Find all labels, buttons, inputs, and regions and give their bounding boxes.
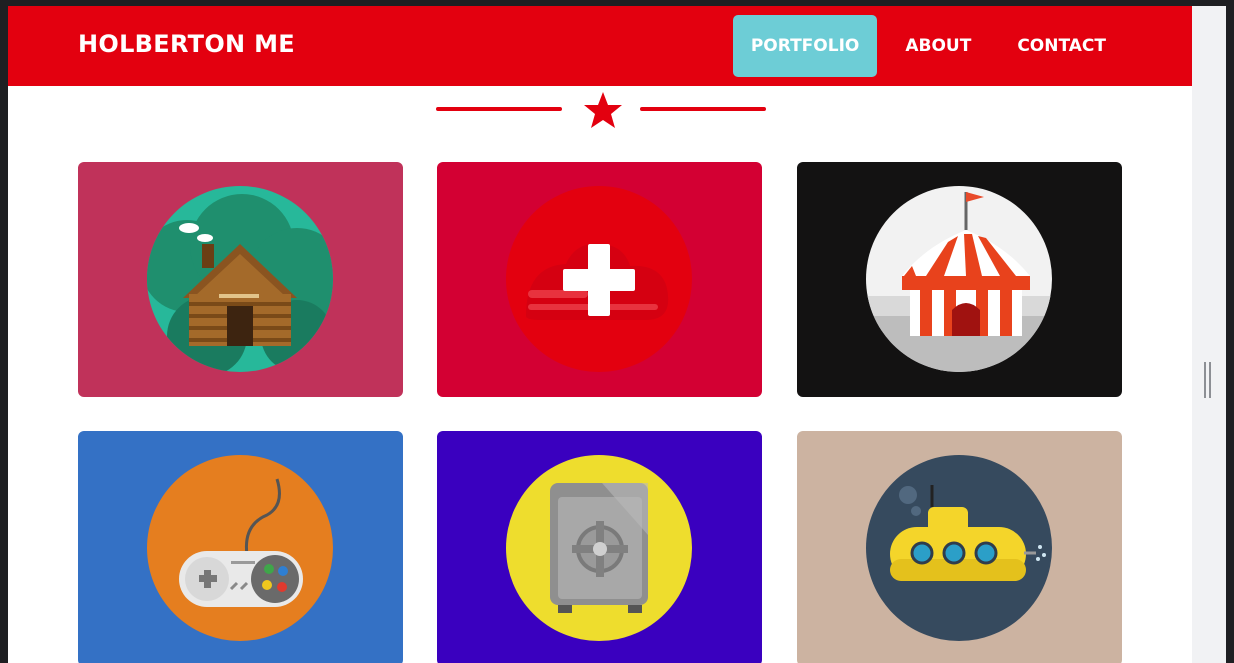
circus-tent-icon (866, 192, 1052, 372)
plus-icon (526, 243, 669, 320)
portfolio-item-cabin[interactable] (78, 162, 403, 397)
portfolio-item-submarine[interactable] (797, 431, 1122, 663)
safe-icon (550, 483, 648, 613)
browser-viewport: HOLBERTON ME PORTFOLIO ABOUT CONTACT (8, 6, 1192, 663)
main-nav: PORTFOLIO ABOUT CONTACT (723, 15, 1124, 77)
devtools-side-panel (1192, 6, 1226, 663)
section-divider (436, 90, 766, 132)
divider-line-right (640, 107, 766, 111)
portfolio-item-circus[interactable] (797, 162, 1122, 397)
safe-disc (506, 455, 692, 641)
divider-line-left (436, 107, 562, 111)
log-cabin-icon (147, 194, 333, 372)
circus-disc (866, 186, 1052, 372)
controller-disc (147, 455, 333, 641)
plus-disc (506, 186, 692, 372)
brand-logo-text[interactable]: HOLBERTON ME (78, 30, 295, 58)
portfolio-item-plus[interactable] (437, 162, 762, 397)
submarine-disc (866, 455, 1052, 641)
game-controller-icon (179, 478, 303, 607)
cabin-disc (147, 186, 333, 372)
window-frame-right (1226, 0, 1234, 663)
nav-portfolio-link[interactable]: PORTFOLIO (732, 15, 878, 77)
resize-handle[interactable] (1204, 362, 1211, 398)
portfolio-item-controller[interactable] (78, 431, 403, 663)
nav-contact-link[interactable]: CONTACT (999, 15, 1124, 77)
star-icon (584, 92, 622, 128)
nav-about-link[interactable]: ABOUT (887, 15, 989, 77)
submarine-icon (890, 485, 1046, 581)
navbar: HOLBERTON ME PORTFOLIO ABOUT CONTACT (8, 6, 1192, 86)
portfolio-item-safe[interactable] (437, 431, 762, 663)
